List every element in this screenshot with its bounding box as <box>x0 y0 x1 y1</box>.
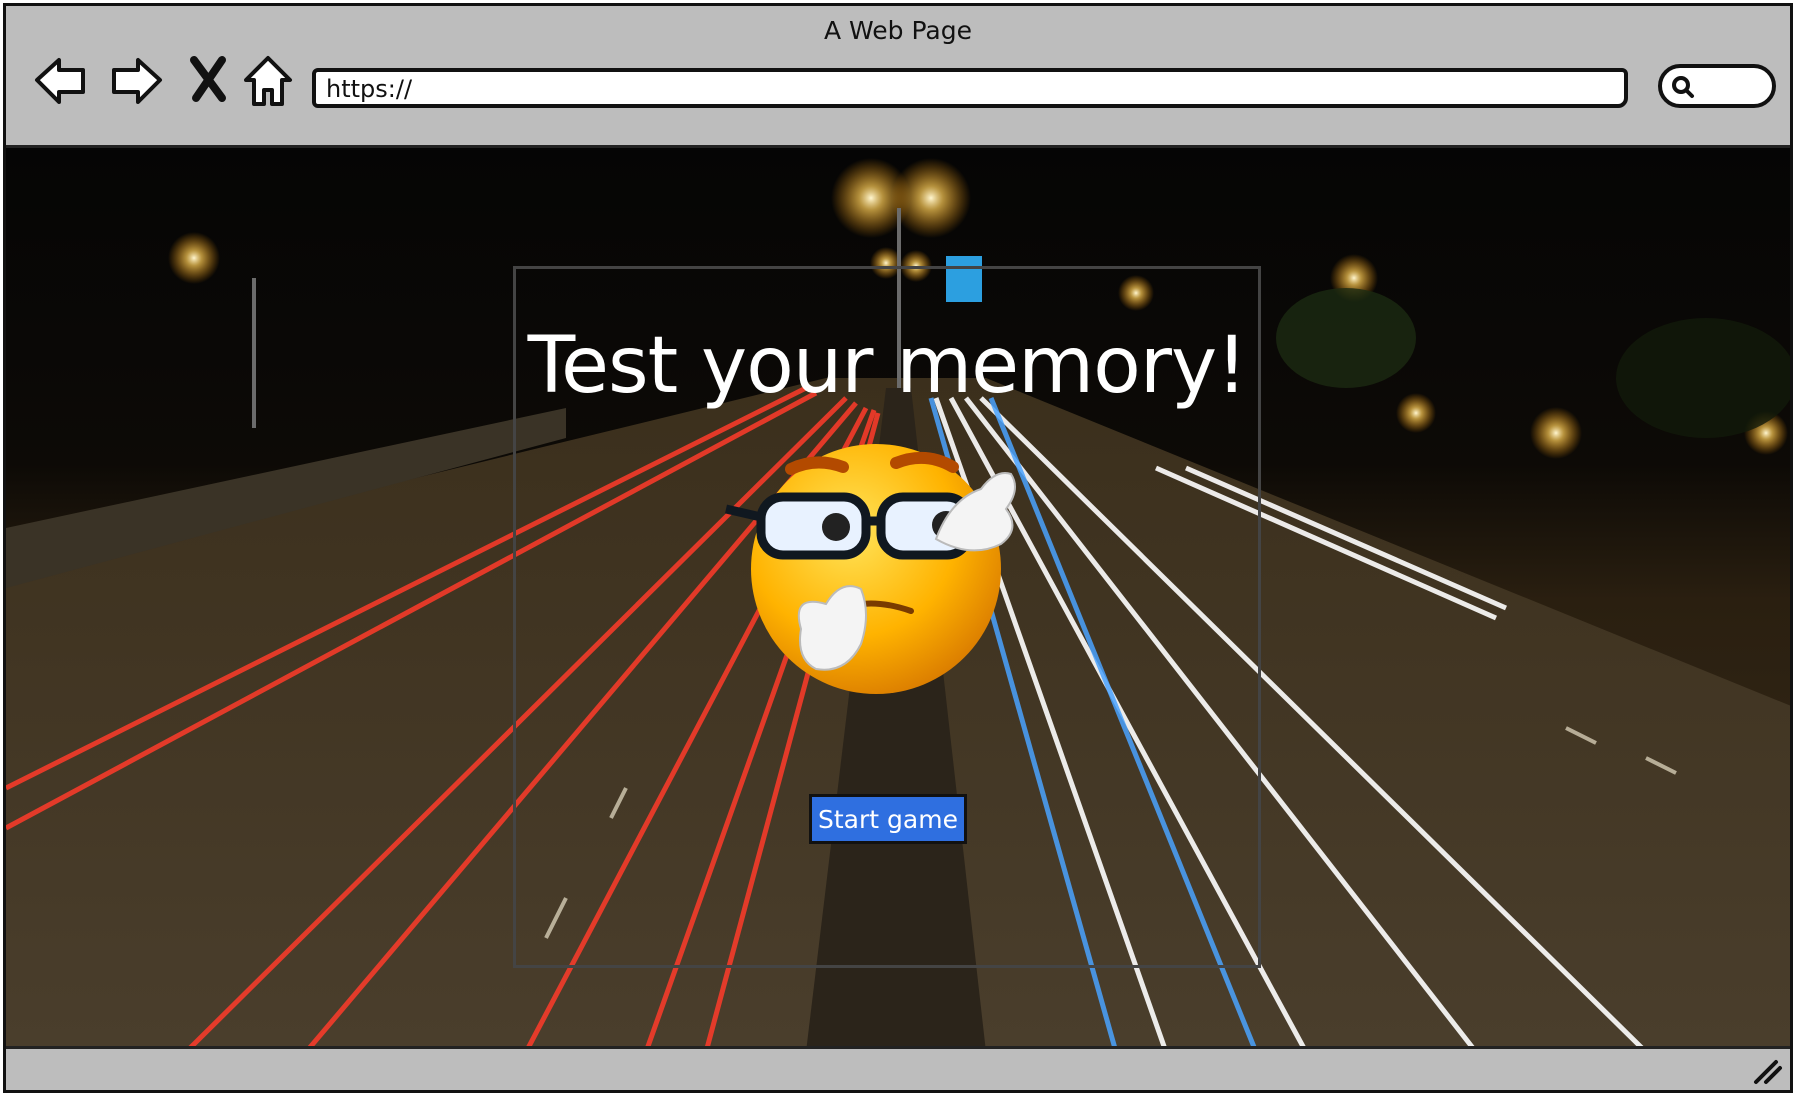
status-bar <box>6 1046 1790 1090</box>
browser-window: A Web Page https:// Test your memory! St… <box>3 3 1793 1093</box>
search-icon <box>1672 76 1694 98</box>
search-box[interactable] <box>1658 64 1776 108</box>
address-bar[interactable]: https:// <box>312 68 1628 108</box>
close-icon[interactable] <box>182 50 242 110</box>
back-arrow-icon[interactable] <box>31 50 91 110</box>
resize-grip-icon[interactable] <box>1750 1056 1784 1086</box>
game-card: Test your memory! Start game <box>513 266 1261 968</box>
home-icon[interactable] <box>238 50 298 110</box>
page-viewport: Test your memory! Start game <box>6 148 1790 1052</box>
start-game-button[interactable]: Start game <box>809 794 967 844</box>
thinking-emoji-icon <box>724 444 1016 694</box>
forward-arrow-icon[interactable] <box>106 50 166 110</box>
browser-toolbar: A Web Page https:// <box>6 6 1790 148</box>
page-headline: Test your memory! <box>527 321 1248 411</box>
window-title: A Web Page <box>823 16 973 45</box>
